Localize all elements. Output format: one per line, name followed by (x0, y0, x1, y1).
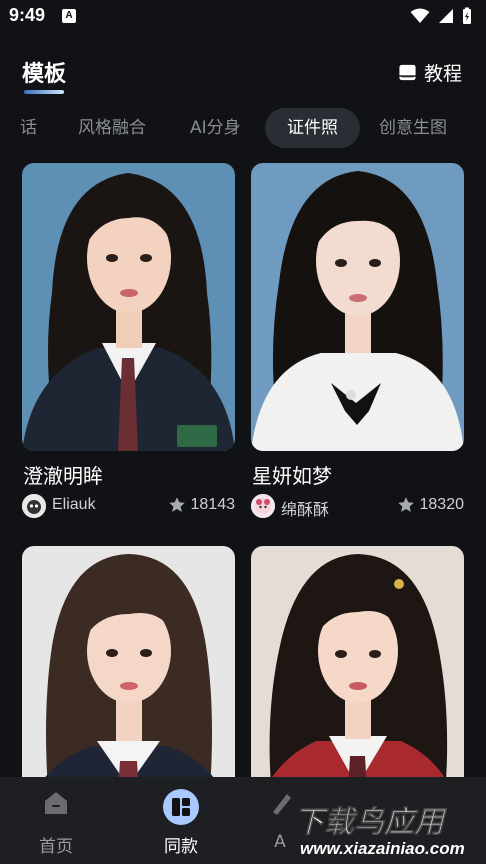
nav-ai[interactable]: A (250, 785, 310, 860)
nav-home[interactable]: 首页 (11, 785, 101, 860)
status-time: 9:49 (9, 5, 46, 25)
tutorial-button[interactable]: 教程 (398, 58, 462, 86)
card-title: 澄澈明眸 (23, 464, 103, 488)
template-image[interactable] (251, 163, 464, 451)
notification-icon: A (62, 9, 76, 23)
bottom-nav: 首页 同款 A (0, 777, 486, 864)
signal-icon (439, 9, 453, 23)
card-meta: Eliauk 18143 (22, 493, 235, 519)
book-icon (399, 64, 416, 80)
title-underline (24, 90, 64, 94)
battery-charging-icon (463, 7, 471, 24)
star-icon (397, 497, 414, 512)
tab-ai-avatar[interactable]: AI分身 (190, 108, 241, 148)
page-title: 模板 (22, 62, 67, 87)
author-name[interactable]: 绵酥酥 (281, 496, 329, 520)
tab-creative[interactable]: 创意生图 (379, 108, 447, 148)
likes-count: 18143 (190, 496, 236, 513)
likes-count: 18320 (419, 496, 465, 513)
nav-label: 同款 (164, 837, 198, 857)
grid-icon (163, 789, 199, 825)
avatar[interactable] (22, 494, 46, 518)
author-name[interactable]: Eliauk (52, 496, 96, 514)
card-title: 星妍如梦 (252, 464, 332, 488)
template-card[interactable]: 澄澈明眸 Eliauk 18143 (22, 163, 235, 518)
nav-label: A (274, 832, 286, 852)
nav-same-style[interactable]: 同款 (136, 785, 226, 860)
tab-style-fusion[interactable]: 风格融合 (78, 108, 146, 148)
home-icon (45, 792, 67, 814)
wifi-icon (410, 8, 430, 23)
card-meta: 绵酥酥 18320 (251, 493, 464, 519)
nav-label: 首页 (39, 837, 73, 857)
status-bar: 9:49 A (0, 0, 486, 34)
tab-hua[interactable]: 话 (20, 108, 37, 148)
likes[interactable]: 18143 (168, 496, 236, 514)
avatar[interactable] (251, 494, 275, 518)
likes[interactable]: 18320 (397, 496, 465, 514)
category-tabs: 话 风格融合 AI分身 证件照 创意生图 (0, 108, 486, 148)
status-icons (410, 6, 472, 26)
ai-icon (273, 794, 291, 815)
star-icon (168, 497, 185, 512)
template-image[interactable] (22, 163, 235, 451)
tutorial-label: 教程 (423, 62, 462, 85)
template-card[interactable]: 星妍如梦 绵酥酥 18320 (251, 163, 464, 519)
tab-id-photo[interactable]: 证件照 (265, 108, 360, 148)
